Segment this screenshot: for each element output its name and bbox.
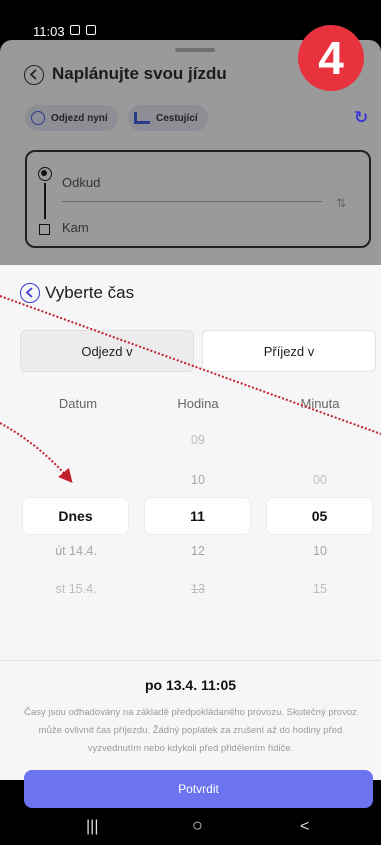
minute-option[interactable]: 15	[265, 582, 375, 596]
date-option[interactable]: út 14.4.	[21, 544, 131, 558]
depart-now-chip[interactable]: Odjezd nyní	[25, 105, 118, 131]
refresh-icon[interactable]: ↻	[354, 108, 368, 128]
tab-departure[interactable]: Odjezd v	[20, 330, 194, 372]
hour-option[interactable]: 09	[143, 433, 253, 447]
hour-option[interactable]: 13	[143, 582, 253, 596]
sheet-back-icon[interactable]	[20, 283, 40, 303]
origin-radio-icon	[38, 167, 52, 181]
passengers-label: Cestující	[156, 112, 198, 124]
step-badge: 4	[298, 25, 364, 91]
passenger-seat-icon	[134, 112, 150, 124]
sheet-title: Vyberte čas	[45, 283, 135, 302]
minute-selected[interactable]: 05	[267, 498, 372, 534]
date-selected[interactable]: Dnes	[23, 498, 128, 534]
destination-square-icon	[39, 224, 50, 235]
hour-selected[interactable]: 11	[145, 498, 250, 534]
pricing-note: Časy jsou odhadovány na základě předpokl…	[24, 707, 357, 754]
sheet-grabber[interactable]	[175, 48, 215, 52]
tab-arrival[interactable]: Příjezd v	[202, 330, 376, 372]
hour-option[interactable]: 10	[143, 473, 253, 487]
app-notification-icon	[86, 25, 96, 35]
back-icon[interactable]	[24, 65, 44, 85]
date-column-header: Datum	[58, 396, 98, 411]
depart-now-label: Odjezd nyní	[51, 112, 108, 124]
gallery-notification-icon	[70, 25, 80, 35]
passengers-chip[interactable]: Cestující	[128, 105, 208, 131]
minute-column-header: Minuta	[300, 396, 340, 411]
swap-icon[interactable]: ⇅	[336, 196, 346, 210]
recent-apps-icon[interactable]: |||	[86, 818, 98, 836]
clock-icon	[31, 111, 45, 125]
home-icon[interactable]: ○	[192, 815, 203, 836]
route-divider	[62, 201, 322, 202]
minute-option[interactable]: 10	[265, 544, 375, 558]
confirm-button[interactable]: Potvrdit	[24, 770, 373, 808]
hour-column-header: Hodina	[177, 396, 219, 411]
selected-time-summary: po 13.4. 11:05	[144, 677, 237, 693]
from-field[interactable]: Odkud	[62, 175, 100, 190]
route-connector	[44, 183, 46, 219]
to-field[interactable]: Kam	[62, 220, 89, 235]
summary-divider	[0, 660, 381, 661]
status-time: 11:03	[33, 24, 65, 39]
page-title: Naplánujte svou jízdu	[52, 64, 227, 83]
back-nav-icon[interactable]: <	[300, 818, 309, 836]
minute-option[interactable]: 00	[265, 473, 375, 487]
hour-option[interactable]: 12	[143, 544, 253, 558]
date-option[interactable]: st 15.4.	[21, 582, 131, 596]
